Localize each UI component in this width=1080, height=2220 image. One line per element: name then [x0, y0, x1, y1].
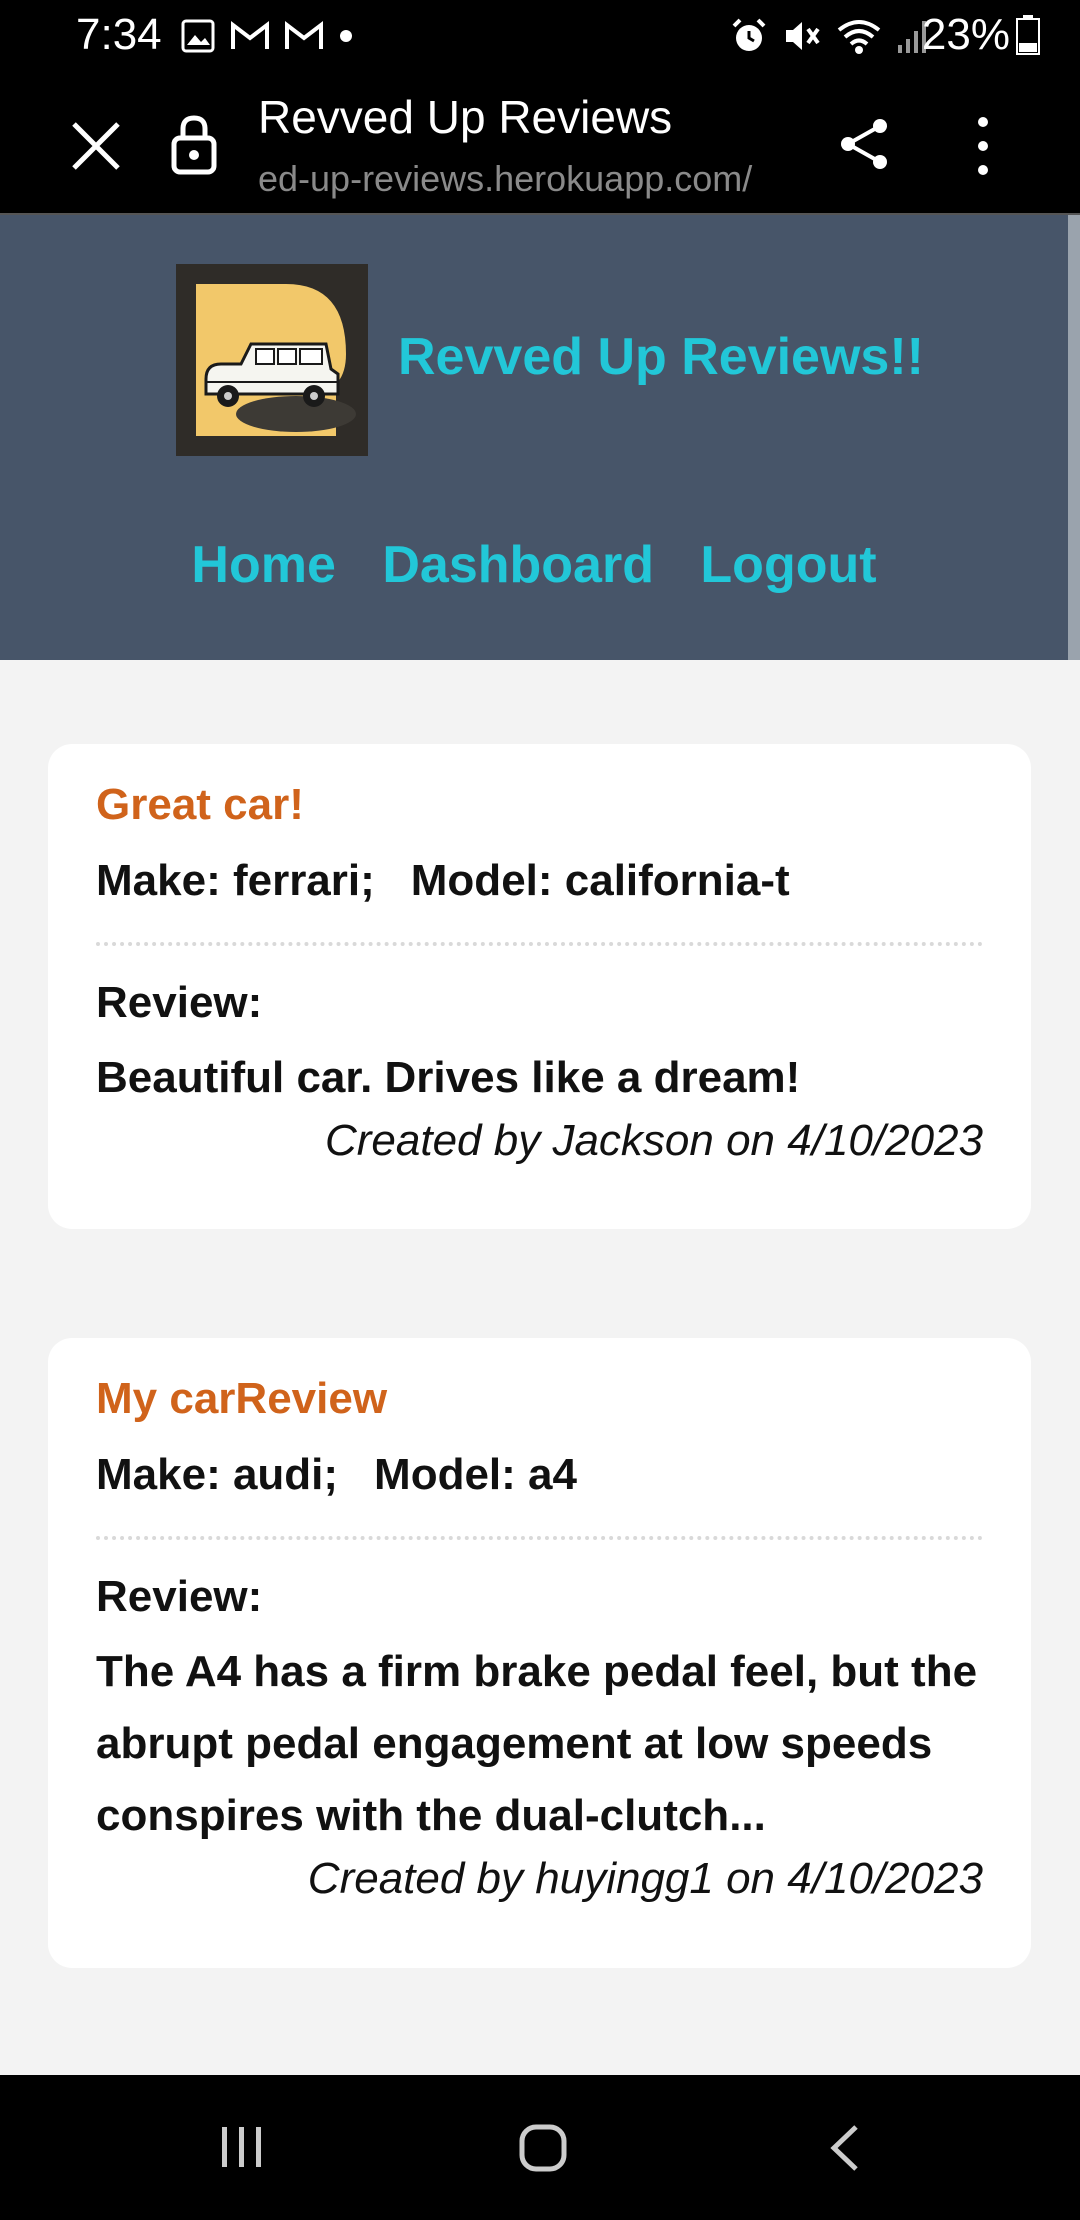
card-divider	[96, 1536, 983, 1540]
status-bar: 7:34 23%	[0, 0, 1080, 70]
share-icon[interactable]	[836, 116, 892, 172]
page-scrollbar[interactable]	[1068, 215, 1080, 660]
card-divider	[96, 942, 983, 946]
system-icons	[730, 14, 930, 58]
site-header: Revved Up Reviews!! Home Dashboard Logou…	[0, 215, 1068, 660]
gmail-icon	[231, 20, 269, 49]
recent-apps-icon[interactable]	[218, 2123, 266, 2171]
system-nav-bar	[0, 2075, 1080, 2220]
review-created: Created by huyingg1 on 4/10/2023	[307, 1854, 983, 1903]
page-title: Revved Up Reviews	[258, 91, 673, 143]
alarm-icon	[732, 18, 766, 51]
review-text: Beautiful car. Drives like a dream!	[96, 1053, 801, 1102]
close-icon[interactable]	[66, 116, 126, 176]
site-logo[interactable]	[176, 264, 368, 456]
image-icon	[181, 19, 215, 53]
review-text: The A4 has a firm brake pedal feel, but …	[96, 1647, 978, 1840]
wifi-icon	[837, 20, 881, 54]
status-time: 7:34	[76, 10, 162, 59]
back-icon[interactable]	[826, 2123, 862, 2173]
review-card: Great car! Make: ferrari; Model: californ…	[48, 744, 1031, 1229]
notification-icons	[180, 14, 354, 58]
custom-tab-toolbar: Revved Up Reviews ed-up-reviews.herokuap…	[0, 70, 1080, 215]
gmail-icon	[285, 20, 323, 49]
nav-home-link[interactable]: Home	[191, 536, 335, 594]
review-make: Make: audi;	[96, 1450, 339, 1499]
battery-icon	[1016, 15, 1040, 55]
review-created: Created by Jackson on 4/10/2023	[324, 1116, 983, 1165]
home-icon[interactable]	[518, 2123, 568, 2173]
review-card: My carReview Make: audi; Model: a4 Review…	[48, 1338, 1031, 1968]
review-label: Review:	[96, 1572, 263, 1621]
review-label: Review:	[96, 978, 263, 1027]
car-logo-icon	[176, 264, 368, 456]
page-url[interactable]: ed-up-reviews.herokuapp.com/	[258, 158, 752, 200]
review-title[interactable]: My carReview	[96, 1374, 983, 1424]
more-options-icon[interactable]	[968, 114, 998, 178]
battery-indicator: 23%	[922, 10, 1040, 60]
make-model: Make: audi; Model: a4	[96, 1450, 983, 1500]
review-make: Make: ferrari;	[96, 856, 375, 905]
lock-icon[interactable]	[170, 112, 218, 176]
review-model: Model: california-t	[410, 856, 790, 905]
mute-icon	[786, 22, 820, 50]
make-model: Make: ferrari; Model: california-t	[96, 856, 983, 906]
brand-title[interactable]: Revved Up Reviews!!	[398, 327, 924, 387]
review-title[interactable]: Great car!	[96, 780, 983, 830]
main-nav: Home Dashboard Logout	[0, 535, 1068, 595]
nav-logout-link[interactable]: Logout	[700, 536, 876, 594]
nav-dashboard-link[interactable]: Dashboard	[382, 536, 654, 594]
dot-icon	[340, 30, 352, 42]
review-model: Model: a4	[374, 1450, 577, 1499]
battery-percent: 23%	[921, 10, 1010, 59]
